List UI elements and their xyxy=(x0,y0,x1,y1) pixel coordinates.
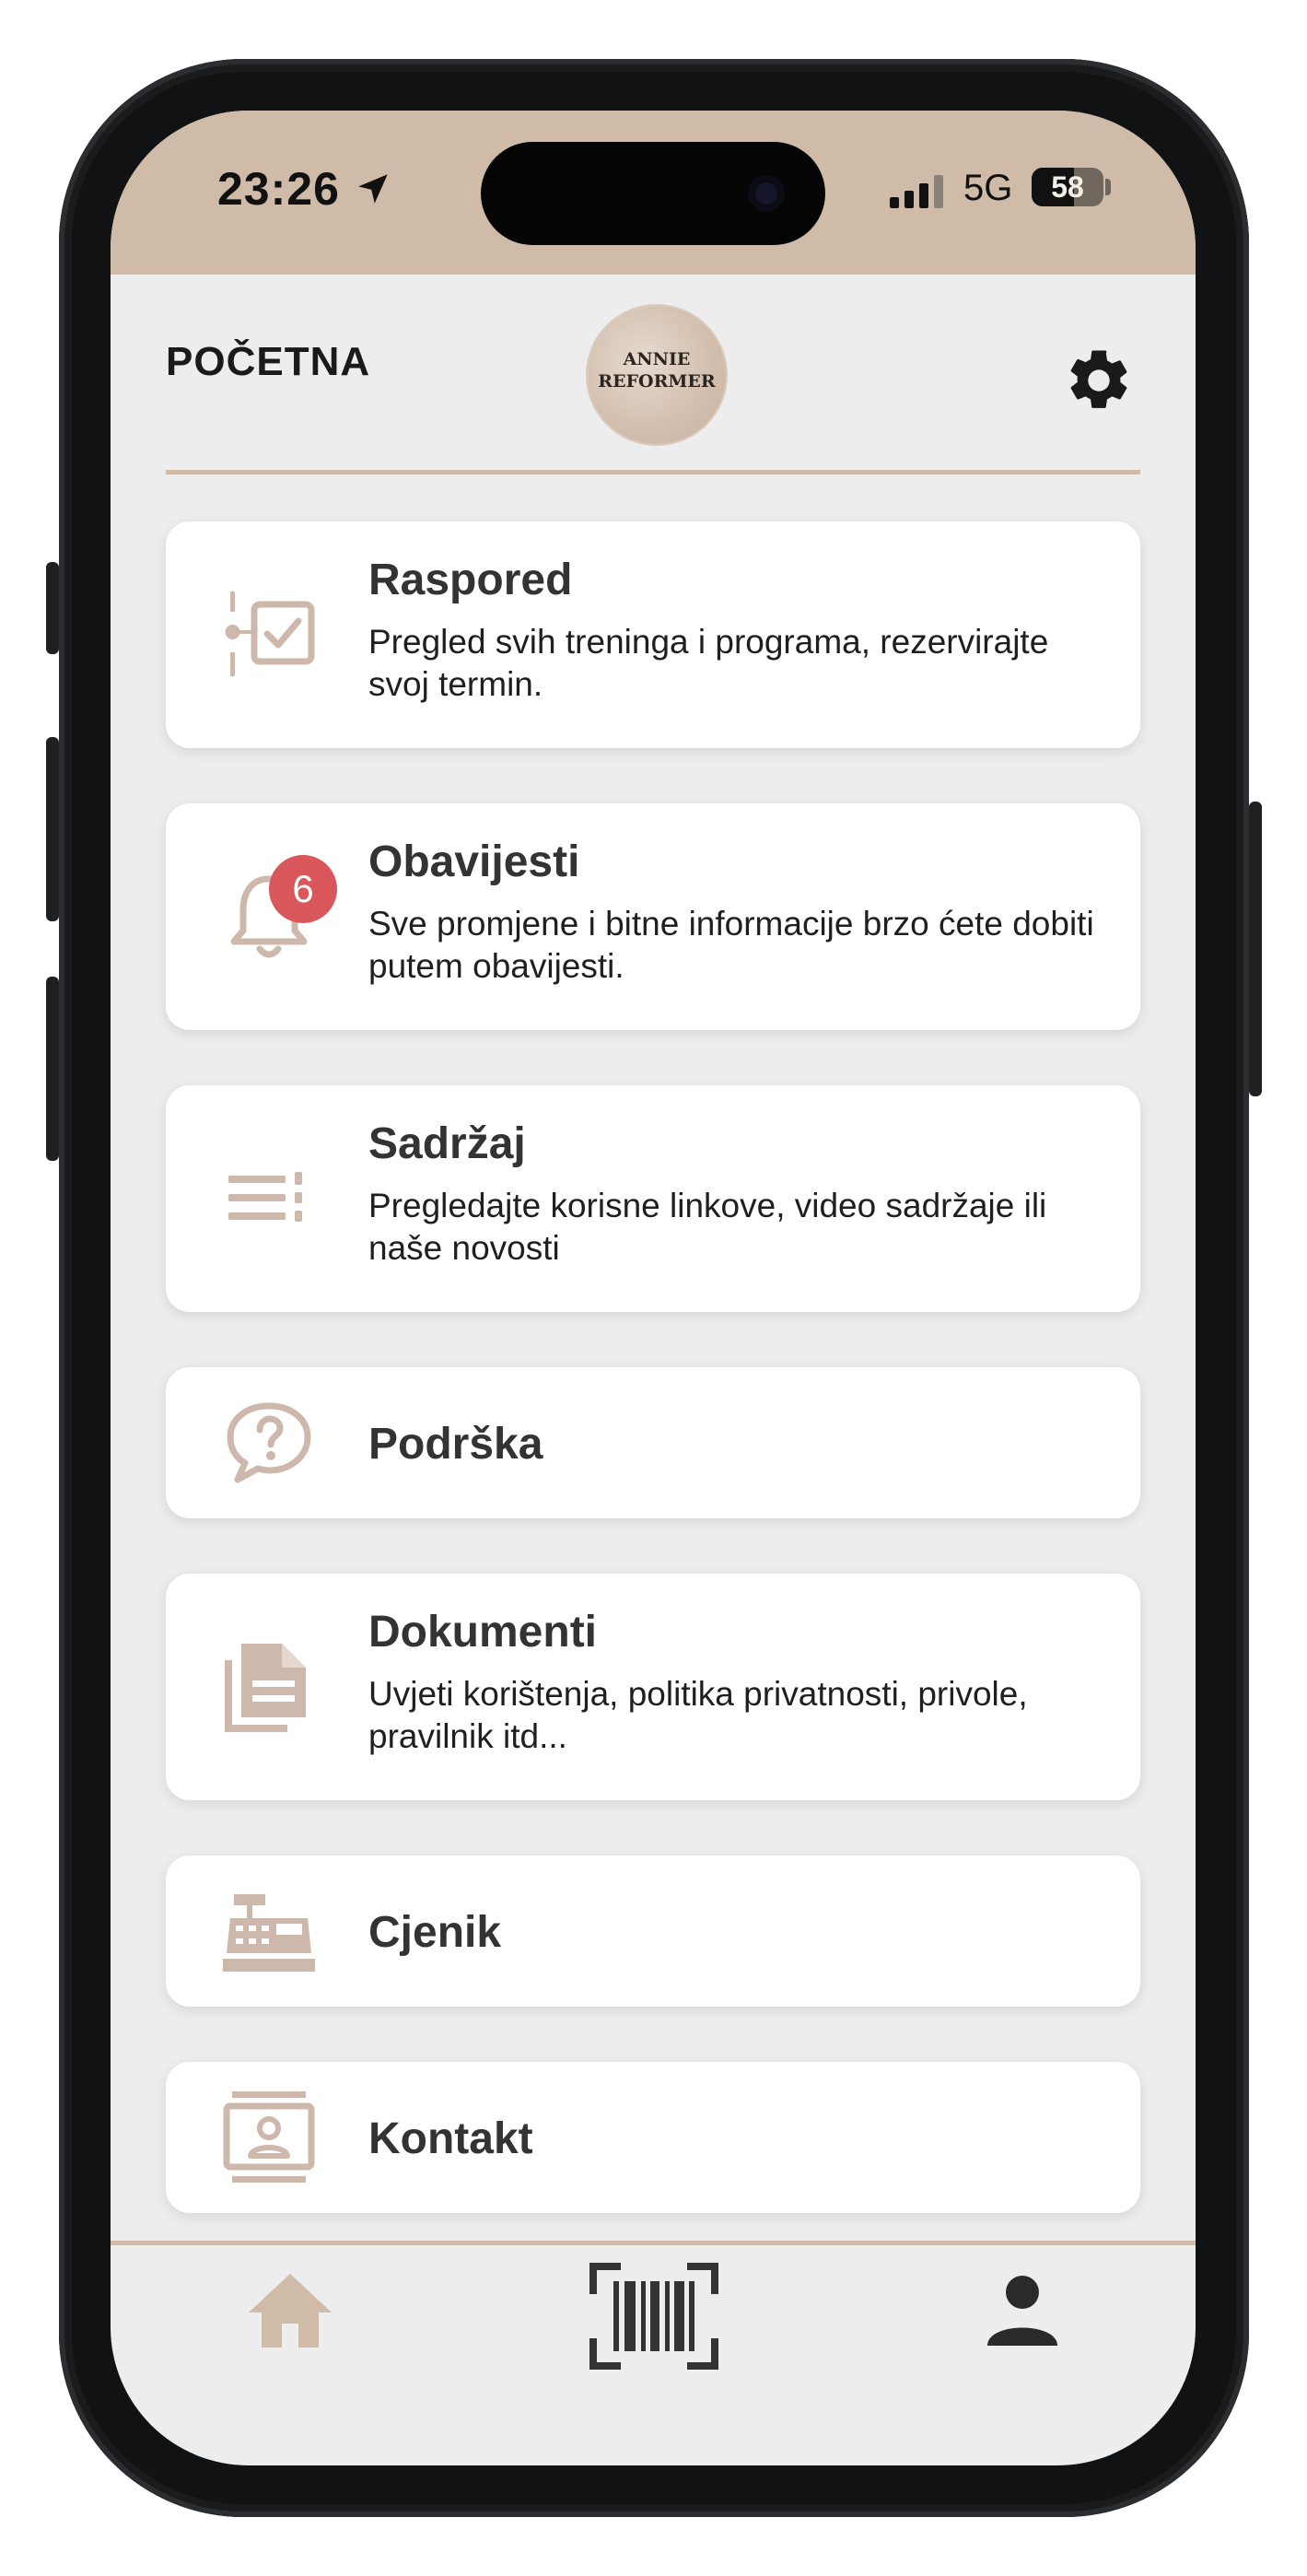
menu-item-obavijesti[interactable]: 6 Obavijesti Sve promjene i bitne inform… xyxy=(166,803,1140,1030)
menu-item-sadrzaj[interactable]: Sadržaj Pregledajte korisne linkove, vid… xyxy=(166,1085,1140,1312)
home-icon[interactable] xyxy=(247,2272,333,2349)
menu-item-title: Kontakt xyxy=(368,2114,533,2163)
menu-item-title: Raspored xyxy=(368,556,573,604)
status-bar: 23:26 5G 58 xyxy=(111,111,1196,275)
battery-icon: 58 xyxy=(1032,168,1103,206)
header-divider xyxy=(166,470,1140,474)
menu-item-title: Obavijesti xyxy=(368,837,580,886)
contact-card-icon xyxy=(223,2091,315,2183)
camera-icon xyxy=(748,175,785,212)
page-title: POČETNA xyxy=(166,339,371,384)
menu-item-cjenik[interactable]: Cjenik xyxy=(166,1856,1140,2007)
menu-item-podrska[interactable]: Podrška xyxy=(166,1367,1140,1518)
network-type: 5G xyxy=(963,168,1013,208)
logo-text: ANNIE REFORMER xyxy=(588,348,726,392)
battery-percent: 58 xyxy=(1051,170,1084,204)
list-icon xyxy=(228,1172,302,1222)
logo-line-1: ANNIE xyxy=(623,349,691,369)
volume-up-button xyxy=(46,737,59,921)
header: POČETNA ANNIE REFORMER xyxy=(166,295,1140,444)
menu-item-title: Cjenik xyxy=(368,1908,502,1957)
notification-badge: 6 xyxy=(269,855,337,923)
location-arrow-icon xyxy=(358,174,388,204)
menu-item-desc: Pregledajte korisne linkove, video sadrž… xyxy=(368,1187,1047,1267)
menu-item-desc: Sve promjene i bitne informacije brzo će… xyxy=(368,905,1094,985)
menu-item-title: Sadržaj xyxy=(368,1119,526,1168)
menu-item-title: Dokumenti xyxy=(368,1608,598,1657)
signal-icon xyxy=(890,175,943,208)
volume-down-button xyxy=(46,977,59,1161)
menu-item-dokumenti[interactable]: Dokumenti Uvjeti korištenja, politika pr… xyxy=(166,1574,1140,1800)
profile-icon[interactable] xyxy=(986,2274,1059,2348)
action-button xyxy=(46,562,59,654)
menu-item-title: Podrška xyxy=(368,1420,543,1469)
menu-item-desc: Pregled svih treninga i programa, rezerv… xyxy=(368,623,1049,703)
tabbar-divider xyxy=(111,2241,1196,2245)
menu-item-kontakt[interactable]: Kontakt xyxy=(166,2062,1140,2213)
schedule-check-icon xyxy=(225,591,315,676)
barcode-icon[interactable] xyxy=(589,2263,718,2370)
menu-item-raspored[interactable]: Raspored Pregled svih treninga i program… xyxy=(166,521,1140,748)
documents-icon xyxy=(225,1644,306,1732)
menu-item-desc: Uvjeti korištenja, politika privatnosti,… xyxy=(368,1675,1028,1755)
brand-logo: ANNIE REFORMER xyxy=(588,306,726,444)
battery-tip xyxy=(1105,179,1111,195)
cash-register-icon xyxy=(223,1894,315,1972)
phone-screen: 23:26 5G 58 POČETNA ANNIE REFORMER Raspo… xyxy=(111,111,1196,2465)
logo-line-2: REFORMER xyxy=(598,371,716,392)
help-bubble-icon xyxy=(227,1402,311,1483)
gear-icon[interactable] xyxy=(1063,345,1135,416)
status-time: 23:26 xyxy=(217,163,340,215)
power-button xyxy=(1249,802,1262,1096)
dynamic-island xyxy=(481,142,825,245)
